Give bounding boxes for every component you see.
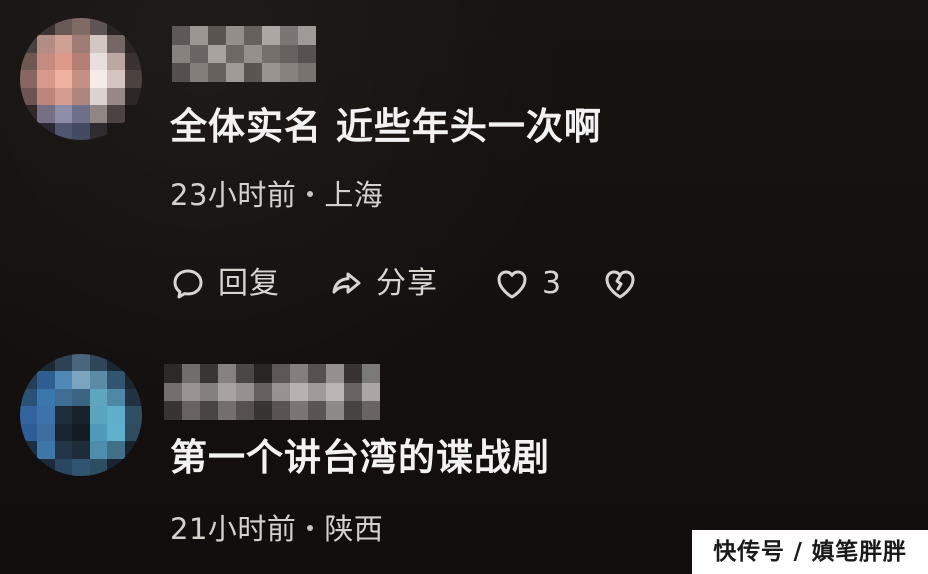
avatar[interactable] (20, 18, 142, 140)
separator-dot (307, 190, 314, 197)
comment-location: 陕西 (324, 512, 384, 546)
broken-heart-icon (602, 266, 638, 302)
watermark: 快传号 / 嫃笔胖胖 (692, 530, 928, 574)
comment-meta: 23小时前 上海 (170, 172, 383, 214)
comment-time: 23小时前 (170, 178, 297, 212)
speech-bubble-icon (170, 266, 206, 302)
comment-item: 全体实名 近些年头一次啊 23小时前 上海 回复 分享 3 (0, 0, 928, 330)
share-arrow-icon (328, 266, 364, 302)
dislike-button[interactable] (602, 263, 650, 305)
separator-dot (307, 524, 314, 531)
share-label: 分享 (376, 266, 438, 301)
comment-feed-screen: 全体实名 近些年头一次啊 23小时前 上海 回复 分享 3 第一个讲台湾的谍战剧… (0, 0, 928, 574)
comment-text: 第一个讲台湾的谍战剧 (170, 436, 550, 479)
username-blurred[interactable] (172, 26, 322, 82)
share-button[interactable]: 分享 (328, 263, 438, 305)
like-count: 3 (542, 266, 563, 301)
username-blurred[interactable] (164, 364, 392, 420)
comment-text: 全体实名 近些年头一次啊 (170, 105, 602, 148)
heart-icon (494, 266, 530, 302)
comment-time: 21小时前 (170, 512, 297, 546)
avatar[interactable] (20, 354, 142, 476)
comment-location: 上海 (324, 178, 384, 212)
like-button[interactable]: 3 (494, 263, 562, 305)
reply-button[interactable]: 回复 (170, 263, 280, 305)
reply-label: 回复 (218, 266, 280, 301)
comment-meta: 21小时前 陕西 (170, 506, 383, 548)
